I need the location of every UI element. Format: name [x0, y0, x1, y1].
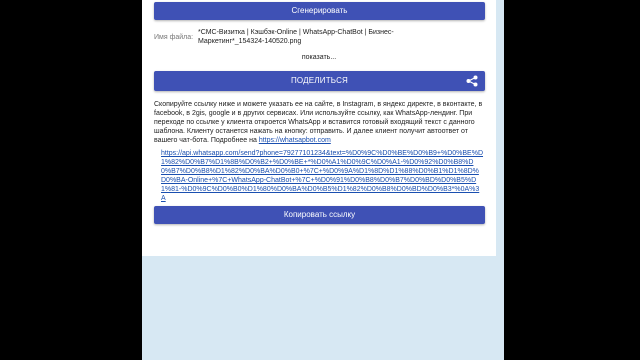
instructions-text: Скопируйте ссылку ниже и можете указать … [154, 100, 488, 145]
content-card: Сгенерировать Имя файла: *СМС-Визитка | … [142, 0, 496, 256]
app-viewport: Сгенерировать Имя файла: *СМС-Визитка | … [142, 0, 504, 360]
share-button-label: ПОДЕЛИТЬСЯ [290, 76, 349, 85]
file-name-label: Имя файла: [154, 34, 194, 41]
share-button[interactable]: ПОДЕЛИТЬСЯ [154, 71, 485, 91]
show-preview-link[interactable]: показать... [142, 54, 496, 61]
generate-button[interactable]: Сгенерировать [154, 2, 485, 20]
share-icon[interactable] [466, 75, 478, 87]
whatsapp-link[interactable]: https://api.whatsapp.com/send?phone=7927… [161, 149, 483, 203]
more-info-link[interactable]: https://whatsapbot.com [259, 137, 331, 144]
copy-link-button[interactable]: Копировать ссылку [154, 206, 485, 224]
file-name-value: *СМС-Визитка | Кэшбэк-Online | WhatsApp-… [198, 29, 394, 45]
